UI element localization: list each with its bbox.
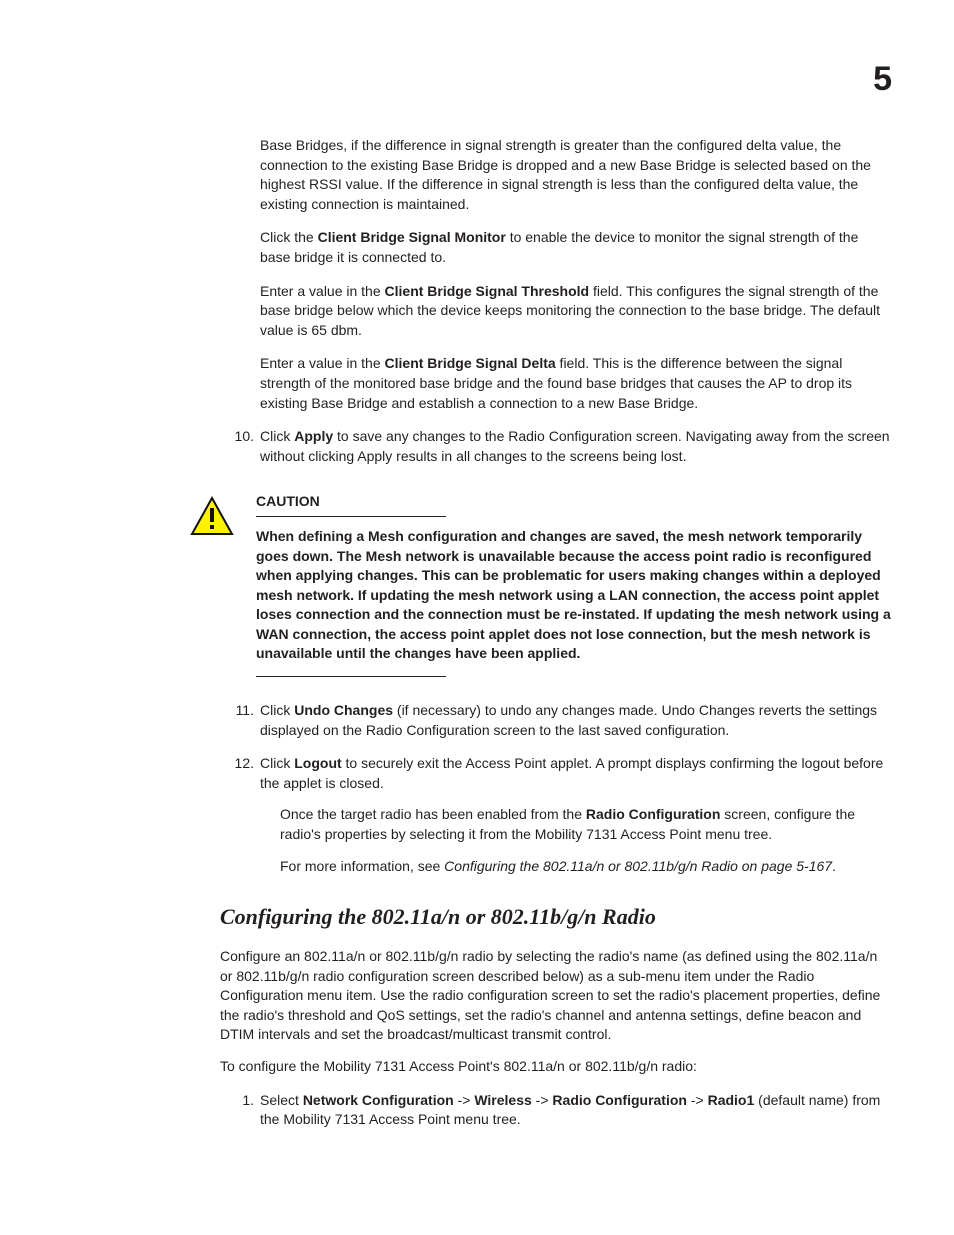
divider [256, 676, 446, 677]
text: -> [532, 1092, 553, 1108]
bold-term: Network Configuration [303, 1092, 454, 1108]
text: . [832, 858, 836, 874]
text: Select [260, 1092, 303, 1108]
text: Enter a value in the [260, 283, 385, 299]
bold-term: Radio Configuration [552, 1092, 687, 1108]
list-item: 12. Click Logout to securely exit the Ac… [260, 754, 892, 876]
caution-label: CAUTION [256, 492, 892, 512]
list-item: 11. Click Undo Changes (if necessary) to… [260, 701, 892, 740]
paragraph: Once the target radio has been enabled f… [280, 805, 892, 844]
text: Click [260, 428, 294, 444]
bold-term: Apply [294, 428, 333, 444]
bold-term: Logout [294, 755, 341, 771]
list-number: 12. [226, 754, 254, 774]
page: 5 Base Bridges, if the difference in sig… [0, 0, 954, 1235]
text: Click the [260, 229, 318, 245]
warning-icon [190, 496, 234, 687]
section-heading: Configuring the 802.11a/n or 802.11b/g/n… [220, 902, 892, 933]
text: Once the target radio has been enabled f… [280, 806, 586, 822]
list-item: 1. Select Network Configuration -> Wirel… [260, 1091, 892, 1130]
divider [256, 516, 446, 517]
text: to securely exit the Access Point applet… [260, 755, 883, 791]
bold-term: Client Bridge Signal Delta [385, 355, 556, 371]
bold-term: Wireless [474, 1092, 531, 1108]
paragraph: Base Bridges, if the difference in signa… [260, 136, 892, 214]
bold-term: Radio Configuration [586, 806, 721, 822]
list-item: 10. Click Apply to save any changes to t… [260, 427, 892, 466]
text: -> [454, 1092, 475, 1108]
bold-term: Client Bridge Signal Monitor [318, 229, 506, 245]
paragraph: Enter a value in the Client Bridge Signa… [260, 354, 892, 413]
list-number: 11. [226, 701, 254, 721]
text: -> [687, 1092, 708, 1108]
text: to save any changes to the Radio Configu… [260, 428, 890, 464]
caution-block: CAUTION When defining a Mesh configurati… [190, 492, 892, 687]
page-body: Base Bridges, if the difference in signa… [60, 136, 892, 1130]
chapter-number: 5 [873, 56, 892, 104]
list-number: 1. [226, 1091, 254, 1111]
paragraph: Enter a value in the Client Bridge Signa… [260, 282, 892, 341]
bold-term: Undo Changes [294, 702, 393, 718]
text: Click [260, 755, 294, 771]
caution-body: CAUTION When defining a Mesh configurati… [256, 492, 892, 687]
bold-term: Client Bridge Signal Threshold [385, 283, 590, 299]
text: Click [260, 702, 294, 718]
text: For more information, see [280, 858, 444, 874]
list-number: 10. [226, 427, 254, 447]
paragraph: Click the Client Bridge Signal Monitor t… [260, 228, 892, 267]
paragraph: Configure an 802.11a/n or 802.11b/g/n ra… [220, 947, 892, 1045]
text: Enter a value in the [260, 355, 385, 371]
paragraph: To configure the Mobility 7131 Access Po… [220, 1057, 892, 1077]
paragraph: For more information, see Configuring th… [280, 857, 892, 877]
bold-term: Radio1 [708, 1092, 755, 1108]
caution-text: When defining a Mesh configuration and c… [256, 527, 892, 664]
cross-ref: Configuring the 802.11a/n or 802.11b/g/n… [444, 858, 832, 874]
